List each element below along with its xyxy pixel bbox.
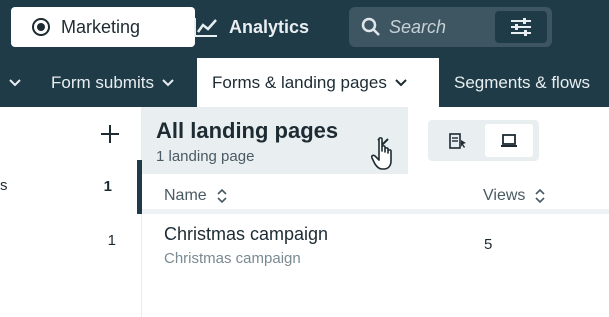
- search-icon: [361, 17, 380, 36]
- subnav-form-submits[interactable]: Form submits: [51, 58, 174, 107]
- subnav-overflow-chevron[interactable]: [0, 58, 30, 107]
- row-subtitle: Christmas campaign: [164, 250, 301, 267]
- column-views[interactable]: Views: [483, 187, 545, 205]
- add-button[interactable]: [98, 122, 122, 146]
- laptop-icon: [501, 133, 517, 147]
- sliders-icon: [511, 18, 531, 36]
- chart-line-icon: [194, 18, 217, 37]
- search-input[interactable]: [389, 16, 489, 38]
- subnav-segments-flows-label: Segments & flows: [454, 72, 591, 92]
- tab-analytics-label: Analytics: [229, 16, 310, 37]
- sort-icon: [535, 189, 545, 203]
- sidebar-item-count: 1: [107, 232, 116, 249]
- sidebar-item-count: 1: [103, 178, 112, 195]
- row-views: 5: [484, 236, 493, 253]
- subnav-forms-landing-pages[interactable]: Forms & landing pages: [197, 58, 439, 107]
- sort-icon: [217, 189, 227, 203]
- sidebar-item[interactable]: 1: [0, 214, 142, 268]
- filter-button[interactable]: [495, 11, 547, 43]
- sidebar-item-label-cropped: s: [0, 177, 8, 194]
- plus-icon: [101, 125, 119, 143]
- tab-marketing-label: Marketing: [61, 16, 141, 37]
- row-name[interactable]: Christmas campaign: [164, 224, 328, 245]
- view-toggle: [428, 120, 539, 161]
- sidebar-item-active[interactable]: s 1: [0, 160, 142, 214]
- tab-marketing[interactable]: Marketing: [11, 7, 195, 47]
- target-icon: [32, 18, 50, 36]
- chevron-down-icon: [9, 78, 21, 86]
- hand-cursor-icon: [371, 137, 392, 170]
- list-view-icon: [449, 132, 466, 149]
- top-bar: Marketing Analytics: [0, 0, 609, 58]
- sub-nav: Form submits Forms & landing pages Segme…: [0, 58, 609, 107]
- subnav-segments-flows[interactable]: Segments & flows: [454, 58, 590, 107]
- table-row[interactable]: Christmas campaign Christmas campaign 5: [142, 219, 609, 274]
- subnav-form-submits-label: Form submits: [51, 72, 154, 92]
- table-header: Name Views: [142, 174, 609, 214]
- subnav-forms-landing-pages-label: Forms & landing pages: [212, 72, 387, 92]
- list-view-button[interactable]: [434, 124, 482, 157]
- column-views-label: Views: [483, 187, 526, 204]
- chevron-down-icon: [395, 78, 407, 86]
- desktop-view-button[interactable]: [485, 124, 533, 157]
- chevron-down-icon: [162, 78, 174, 86]
- title-dropdown[interactable]: All landing pages 1 landing page: [142, 107, 408, 174]
- column-name[interactable]: Name: [164, 187, 227, 205]
- tab-analytics[interactable]: Analytics: [193, 7, 309, 47]
- column-name-label: Name: [164, 187, 207, 204]
- sidebar: s 1 1: [0, 107, 142, 317]
- search-box: [349, 7, 552, 47]
